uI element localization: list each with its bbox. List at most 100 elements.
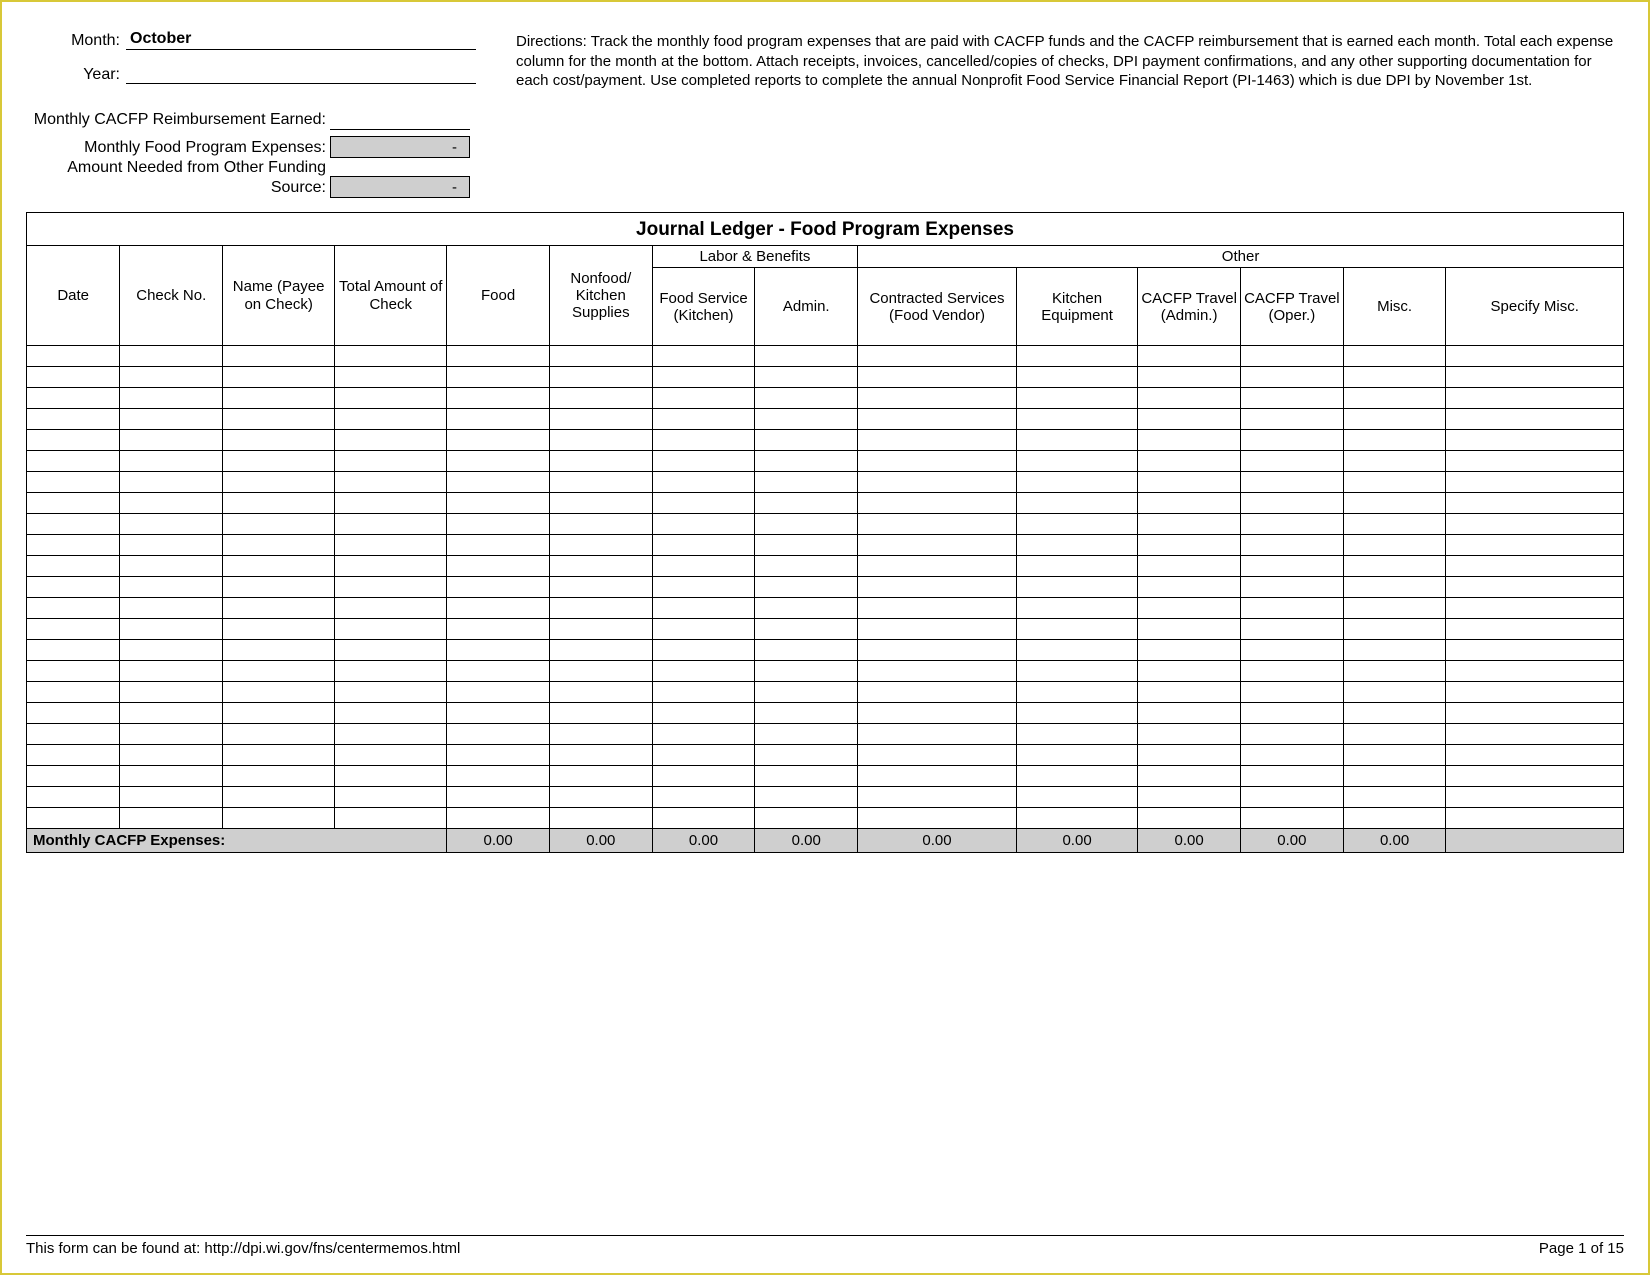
table-cell[interactable] [27,703,120,724]
table-cell[interactable] [223,787,335,808]
table-cell[interactable] [447,766,550,787]
table-cell[interactable] [1016,514,1137,535]
table-cell[interactable] [1241,724,1344,745]
table-cell[interactable] [1138,493,1241,514]
table-cell[interactable] [1241,661,1344,682]
table-cell[interactable] [858,451,1017,472]
table-cell[interactable] [223,409,335,430]
table-cell[interactable] [858,724,1017,745]
table-cell[interactable] [1343,430,1446,451]
table-cell[interactable] [335,766,447,787]
table-cell[interactable] [27,409,120,430]
table-cell[interactable] [1343,451,1446,472]
table-cell[interactable] [335,388,447,409]
table-cell[interactable] [335,346,447,367]
table-cell[interactable] [27,451,120,472]
table-cell[interactable] [1241,619,1344,640]
table-cell[interactable] [1016,451,1137,472]
table-cell[interactable] [652,493,755,514]
table-cell[interactable] [1446,472,1624,493]
table-cell[interactable] [1446,745,1624,766]
table-cell[interactable] [1446,640,1624,661]
table-cell[interactable] [652,619,755,640]
table-cell[interactable] [1138,514,1241,535]
table-cell[interactable] [549,619,652,640]
table-cell[interactable] [755,577,858,598]
table-cell[interactable] [858,472,1017,493]
table-cell[interactable] [755,493,858,514]
table-cell[interactable] [652,577,755,598]
table-cell[interactable] [447,409,550,430]
table-cell[interactable] [1241,388,1344,409]
table-cell[interactable] [120,682,223,703]
table-cell[interactable] [335,535,447,556]
table-cell[interactable] [120,661,223,682]
table-cell[interactable] [1241,493,1344,514]
table-cell[interactable] [1016,535,1137,556]
table-cell[interactable] [223,640,335,661]
table-cell[interactable] [549,430,652,451]
table-cell[interactable] [858,556,1017,577]
table-cell[interactable] [755,409,858,430]
table-cell[interactable] [755,787,858,808]
table-cell[interactable] [549,787,652,808]
table-cell[interactable] [120,745,223,766]
table-cell[interactable] [120,514,223,535]
table-cell[interactable] [549,556,652,577]
table-cell[interactable] [1343,598,1446,619]
table-cell[interactable] [1138,472,1241,493]
table-cell[interactable] [652,409,755,430]
table-cell[interactable] [1138,682,1241,703]
table-cell[interactable] [1138,388,1241,409]
table-cell[interactable] [447,430,550,451]
table-cell[interactable] [652,346,755,367]
table-cell[interactable] [652,388,755,409]
table-cell[interactable] [223,808,335,829]
table-cell[interactable] [1241,682,1344,703]
table-cell[interactable] [335,409,447,430]
table-cell[interactable] [1138,346,1241,367]
table-cell[interactable] [27,745,120,766]
table-cell[interactable] [1241,745,1344,766]
table-cell[interactable] [335,493,447,514]
table-cell[interactable] [223,577,335,598]
table-cell[interactable] [1138,535,1241,556]
table-cell[interactable] [1446,724,1624,745]
table-cell[interactable] [1016,745,1137,766]
table-cell[interactable] [335,745,447,766]
table-cell[interactable] [447,724,550,745]
table-cell[interactable] [27,346,120,367]
table-cell[interactable] [223,556,335,577]
table-cell[interactable] [652,514,755,535]
table-cell[interactable] [447,556,550,577]
table-cell[interactable] [335,598,447,619]
table-cell[interactable] [27,493,120,514]
table-cell[interactable] [223,367,335,388]
table-cell[interactable] [120,430,223,451]
table-cell[interactable] [120,619,223,640]
table-cell[interactable] [1343,682,1446,703]
table-cell[interactable] [652,640,755,661]
table-cell[interactable] [1446,661,1624,682]
table-cell[interactable] [1343,787,1446,808]
table-cell[interactable] [447,598,550,619]
table-cell[interactable] [447,493,550,514]
table-cell[interactable] [1343,535,1446,556]
table-cell[interactable] [549,703,652,724]
table-cell[interactable] [755,598,858,619]
table-cell[interactable] [1241,430,1344,451]
table-cell[interactable] [1446,346,1624,367]
table-cell[interactable] [223,766,335,787]
table-cell[interactable] [549,640,652,661]
table-cell[interactable] [755,556,858,577]
table-cell[interactable] [447,661,550,682]
table-cell[interactable] [223,514,335,535]
table-cell[interactable] [447,703,550,724]
table-cell[interactable] [120,388,223,409]
table-cell[interactable] [1016,346,1137,367]
table-cell[interactable] [1138,808,1241,829]
table-cell[interactable] [27,430,120,451]
table-cell[interactable] [120,493,223,514]
table-cell[interactable] [652,703,755,724]
table-cell[interactable] [1343,661,1446,682]
